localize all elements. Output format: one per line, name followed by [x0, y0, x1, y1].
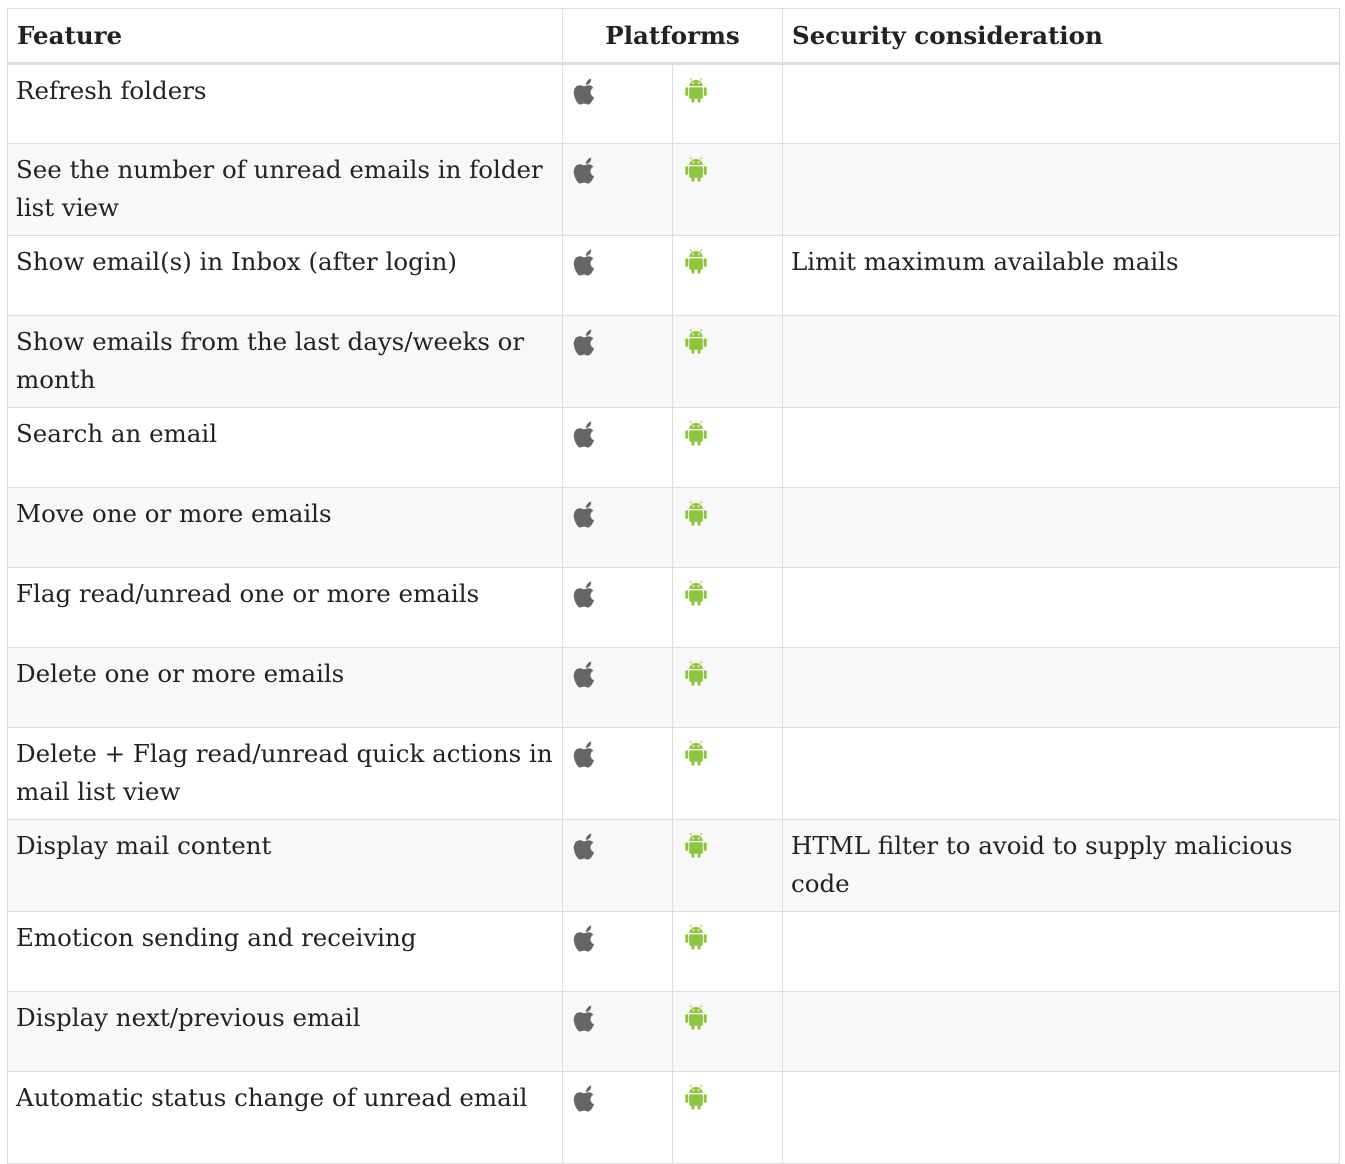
security-cell: [782, 567, 1340, 648]
table-row: Show email(s) in Inbox (after login) Lim…: [7, 235, 1340, 316]
android-icon: [681, 738, 711, 770]
header-platforms: Platforms: [562, 8, 783, 65]
table-row: Show emails from the last days/weeks or …: [7, 315, 1340, 408]
table-row: Display mail content HTML filter to avoi…: [7, 819, 1340, 912]
apple-icon: [571, 830, 601, 862]
android-icon: [681, 75, 711, 107]
table-row: Refresh folders: [7, 63, 1340, 144]
feature-cell: Refresh folders: [7, 63, 563, 144]
ios-cell: [562, 235, 673, 316]
ios-cell: [562, 315, 673, 408]
feature-cell: Automatic status change of unread email: [7, 1071, 563, 1164]
feature-cell: Search an email: [7, 407, 563, 488]
android-cell: [672, 567, 783, 648]
feature-cell: Move one or more emails: [7, 487, 563, 568]
feature-cell: Display next/previous email: [7, 991, 563, 1072]
android-cell: [672, 819, 783, 912]
android-cell: [672, 911, 783, 992]
security-cell: [782, 63, 1340, 144]
android-icon: [681, 1002, 711, 1034]
ios-cell: [562, 819, 673, 912]
table-row: Search an email: [7, 407, 1340, 488]
ios-cell: [562, 1071, 673, 1164]
apple-icon: [571, 658, 601, 690]
android-cell: [672, 991, 783, 1072]
android-icon: [681, 922, 711, 954]
android-cell: [672, 63, 783, 144]
ios-cell: [562, 143, 673, 236]
table-row: Automatic status change of unread email: [7, 1071, 1340, 1164]
feature-cell: Display mail content: [7, 819, 563, 912]
security-cell: [782, 911, 1340, 992]
android-cell: [672, 1071, 783, 1164]
android-cell: [672, 487, 783, 568]
feature-cell: Show emails from the last days/weeks or …: [7, 315, 563, 408]
apple-icon: [571, 246, 601, 278]
security-cell: [782, 647, 1340, 728]
table-row: Flag read/unread one or more emails: [7, 567, 1340, 648]
security-cell: [782, 487, 1340, 568]
table-body: Refresh folders See the number of unread…: [7, 63, 1340, 1164]
apple-icon: [571, 326, 601, 358]
security-cell: [782, 407, 1340, 488]
security-cell: Limit maximum available mails: [782, 235, 1340, 316]
ios-cell: [562, 911, 673, 992]
security-cell: [782, 727, 1340, 820]
android-cell: [672, 315, 783, 408]
ios-cell: [562, 567, 673, 648]
android-cell: [672, 143, 783, 236]
table-row: Delete + Flag read/unread quick actions …: [7, 727, 1340, 820]
table-row: Emoticon sending and receiving: [7, 911, 1340, 992]
android-cell: [672, 647, 783, 728]
security-cell: [782, 315, 1340, 408]
android-cell: [672, 407, 783, 488]
table-row: See the number of unread emails in folde…: [7, 143, 1340, 236]
feature-cell: Show email(s) in Inbox (after login): [7, 235, 563, 316]
android-icon: [681, 246, 711, 278]
apple-icon: [571, 154, 601, 186]
android-icon: [681, 1082, 711, 1114]
android-cell: [672, 235, 783, 316]
table-row: Display next/previous email: [7, 991, 1340, 1072]
android-cell: [672, 727, 783, 820]
security-cell: [782, 1071, 1340, 1164]
android-icon: [681, 154, 711, 186]
apple-icon: [571, 1002, 601, 1034]
ios-cell: [562, 647, 673, 728]
table-row: Move one or more emails: [7, 487, 1340, 568]
ios-cell: [562, 991, 673, 1072]
ios-cell: [562, 63, 673, 144]
security-cell: [782, 143, 1340, 236]
feature-cell: Delete + Flag read/unread quick actions …: [7, 727, 563, 820]
feature-cell: Delete one or more emails: [7, 647, 563, 728]
android-icon: [681, 326, 711, 358]
android-icon: [681, 498, 711, 530]
security-cell: [782, 991, 1340, 1072]
header-feature: Feature: [7, 8, 563, 65]
apple-icon: [571, 75, 601, 107]
features-table: Feature Platforms Security consideration…: [7, 8, 1340, 1164]
apple-icon: [571, 922, 601, 954]
feature-cell: Emoticon sending and receiving: [7, 911, 563, 992]
apple-icon: [571, 1082, 601, 1114]
apple-icon: [571, 418, 601, 450]
ios-cell: [562, 487, 673, 568]
apple-icon: [571, 498, 601, 530]
feature-cell: Flag read/unread one or more emails: [7, 567, 563, 648]
apple-icon: [571, 738, 601, 770]
feature-cell: See the number of unread emails in folde…: [7, 143, 563, 236]
header-security: Security consideration: [782, 8, 1340, 65]
ios-cell: [562, 407, 673, 488]
table-header-row: Feature Platforms Security consideration: [7, 8, 1340, 65]
android-icon: [681, 578, 711, 610]
apple-icon: [571, 578, 601, 610]
android-icon: [681, 418, 711, 450]
android-icon: [681, 658, 711, 690]
table-row: Delete one or more emails: [7, 647, 1340, 728]
ios-cell: [562, 727, 673, 820]
security-cell: HTML filter to avoid to supply malicious…: [782, 819, 1340, 912]
android-icon: [681, 830, 711, 862]
